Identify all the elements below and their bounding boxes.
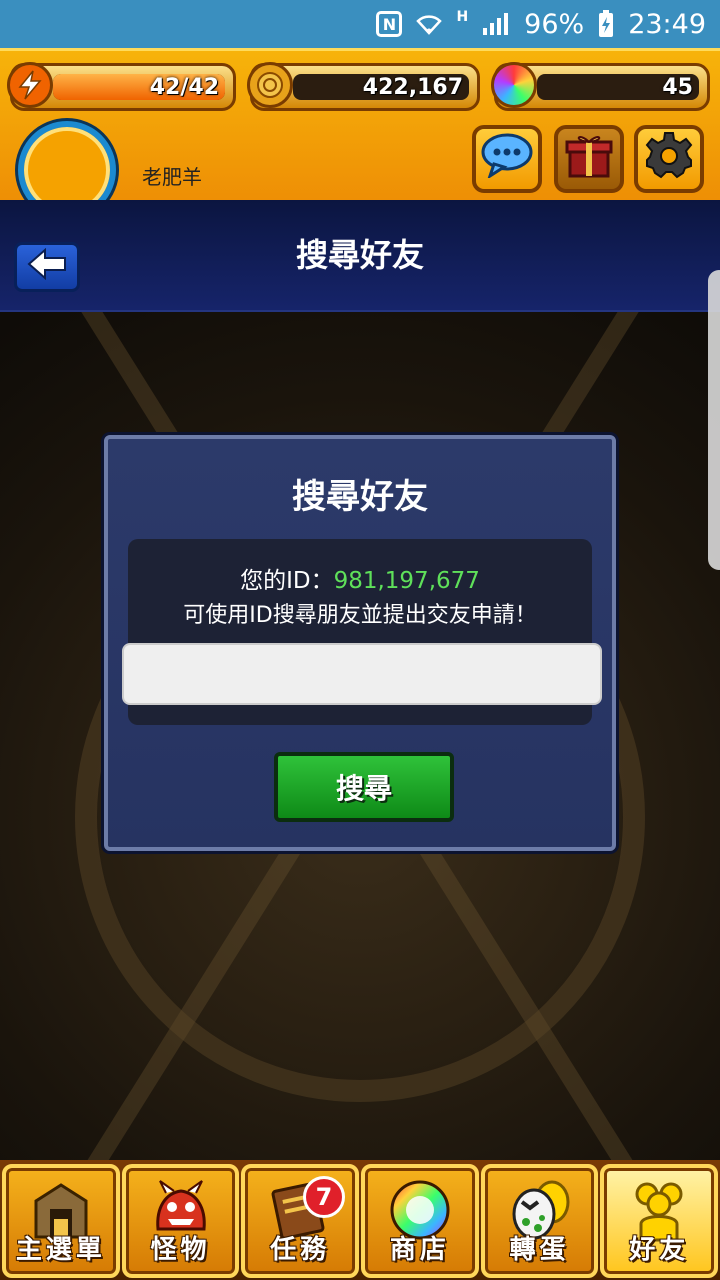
wifi-icon — [416, 13, 443, 35]
lightning-icon — [7, 62, 53, 108]
search-button[interactable]: 搜尋 — [274, 752, 454, 822]
bottom-nav: 主選單 怪物 7 任務 商店 轉蛋 好友 — [0, 1160, 720, 1280]
status-bar: N H 96% 23:49 — [0, 0, 720, 48]
nav-quests[interactable]: 7 任務 — [241, 1164, 360, 1278]
nav-monsters-label: 怪物 — [150, 1235, 211, 1265]
stamina-value: 42/42 — [149, 75, 219, 100]
gift-box-icon — [564, 130, 614, 189]
gems-value: 45 — [662, 75, 693, 100]
player-id-line: 您的ID：981,197,677 — [128, 561, 592, 595]
title-banner: 搜尋好友 — [0, 200, 720, 312]
friend-id-input[interactable] — [122, 643, 602, 705]
battery-charging-icon — [598, 10, 614, 38]
nav-shop[interactable]: 商店 — [361, 1164, 479, 1278]
page-title: 搜尋好友 — [295, 236, 424, 274]
signal-icon — [482, 12, 510, 36]
nav-gacha-label: 轉蛋 — [509, 1235, 570, 1265]
chat-button[interactable] — [472, 125, 542, 193]
network-type: H — [456, 9, 469, 25]
stamina-bar[interactable]: 42/42 — [7, 62, 236, 111]
settings-button[interactable] — [634, 125, 704, 193]
battery-percent: 96% — [524, 8, 585, 40]
dialog-title: 搜尋好友 — [292, 477, 428, 517]
nav-monsters[interactable]: 怪物 — [121, 1164, 240, 1278]
gems-bar[interactable]: 45 — [491, 62, 710, 111]
gold-value: 422,167 — [362, 75, 463, 100]
player-id-value: 981,197,677 — [333, 568, 480, 594]
rainbow-orb-icon — [491, 62, 537, 108]
coin-icon — [247, 62, 293, 108]
gold-bar[interactable]: 422,167 — [247, 62, 480, 111]
nfc-icon: N — [376, 11, 403, 37]
quest-badge: 7 — [303, 1176, 346, 1218]
top-hud: 42/42 422,167 45 老肥羊 — [0, 48, 720, 219]
gear-icon — [644, 130, 694, 189]
nav-home-label: 主選單 — [15, 1235, 106, 1265]
chat-bubble-icon — [480, 132, 534, 187]
search-friend-dialog: 搜尋好友 您的ID：981,197,677 可使用ID搜尋朋友並提出交友申請！ … — [104, 435, 616, 851]
gift-button[interactable] — [554, 125, 624, 193]
search-hint: 可使用ID搜尋朋友並提出交友申請！ — [183, 603, 537, 628]
nav-home[interactable]: 主選單 — [2, 1164, 120, 1278]
player-name: 老肥羊 — [142, 165, 202, 189]
clock: 23:49 — [628, 8, 706, 40]
nav-gacha[interactable]: 轉蛋 — [480, 1164, 599, 1278]
nav-quests-label: 任務 — [270, 1235, 331, 1265]
nav-shop-label: 商店 — [389, 1235, 450, 1265]
nav-friends-label: 好友 — [629, 1235, 690, 1265]
nav-friends[interactable]: 好友 — [600, 1164, 719, 1278]
edge-panel-handle[interactable] — [708, 270, 720, 570]
player-id-label: 您的ID： — [240, 568, 334, 594]
